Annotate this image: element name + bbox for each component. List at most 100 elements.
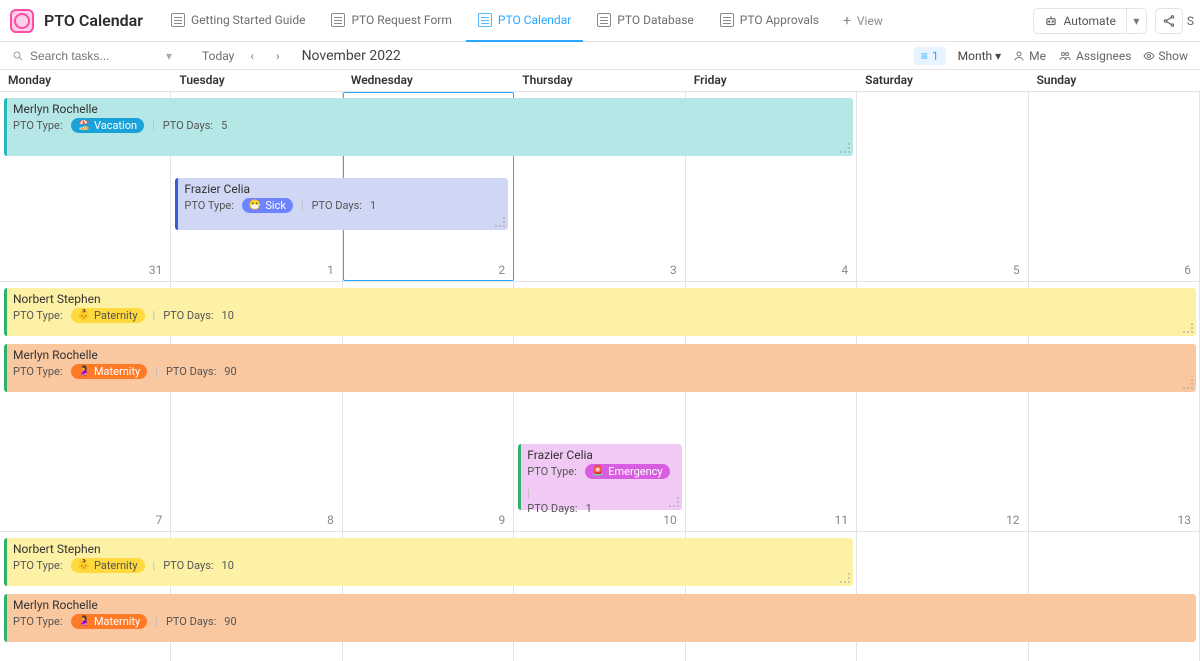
tab-pto-request-form[interactable]: PTO Request Form: [319, 0, 463, 42]
event-name: Norbert Stephen: [13, 542, 847, 556]
separator: |: [155, 615, 158, 628]
pto-type-chip: 👶Paternity: [71, 558, 145, 573]
plus-icon: +: [843, 13, 851, 29]
filter-button[interactable]: 1: [914, 47, 946, 65]
separator: |: [153, 559, 156, 572]
tab-pto-database[interactable]: PTO Database: [585, 0, 705, 42]
doc-icon: [171, 13, 185, 27]
event-days-label: PTO Days:: [163, 309, 213, 322]
pto-type-chip: 😷Sick: [242, 198, 293, 213]
automate-dropdown[interactable]: ▾: [1127, 8, 1147, 34]
weekday-label: Wednesday: [343, 70, 514, 91]
separator: |: [527, 487, 530, 500]
resize-handle-icon[interactable]: [1183, 379, 1193, 389]
day-cell[interactable]: 5: [857, 92, 1028, 281]
event-type-label: PTO Type:: [527, 465, 577, 478]
tab-getting-started[interactable]: Getting Started Guide: [159, 0, 317, 42]
event-days-label: PTO Days:: [166, 365, 216, 378]
event-type-label: PTO Type:: [184, 199, 234, 212]
weekday-label: Saturday: [857, 70, 1028, 91]
event-type-label: PTO Type:: [13, 559, 63, 572]
day-number: 3: [670, 263, 677, 277]
prev-month-button[interactable]: ‹: [244, 47, 260, 65]
event-days-value: 5: [221, 119, 227, 132]
tab-label: PTO Request Form: [351, 13, 451, 27]
day-number: 7: [156, 513, 163, 527]
event-name: Frazier Celia: [184, 182, 502, 196]
event-days-value: 1: [586, 502, 592, 515]
event-type-label: PTO Type:: [13, 365, 63, 378]
day-cell[interactable]: 6: [1029, 92, 1200, 281]
search-box[interactable]: [8, 49, 150, 63]
event-paternity[interactable]: Norbert Stephen PTO Type: 👶Paternity | P…: [4, 538, 853, 586]
resize-handle-icon[interactable]: [840, 573, 850, 583]
pto-type-chip: 🏖️Vacation: [71, 118, 145, 133]
event-days-label: PTO Days:: [163, 559, 213, 572]
pto-type-chip: 🤰Maternity: [71, 364, 148, 379]
share-label-cropped: S: [1187, 14, 1194, 28]
add-view-button[interactable]: + View: [833, 13, 893, 29]
resize-handle-icon[interactable]: [495, 217, 505, 227]
event-days-label: PTO Days:: [163, 119, 213, 132]
me-filter[interactable]: Me: [1013, 49, 1046, 63]
event-emergency[interactable]: Frazier Celia PTO Type: 🚨Emergency | PTO…: [518, 444, 681, 510]
resize-handle-icon[interactable]: [1183, 323, 1193, 333]
event-name: Norbert Stephen: [13, 292, 1190, 306]
assignees-filter[interactable]: Assignees: [1058, 49, 1131, 63]
resize-handle-icon[interactable]: [669, 497, 679, 507]
day-number: 11: [835, 513, 849, 527]
event-name: Merlyn Rochelle: [13, 102, 847, 116]
add-view-label: View: [857, 14, 883, 28]
separator: |: [155, 365, 158, 378]
tab-label: PTO Approvals: [740, 13, 819, 27]
day-number: 5: [1013, 263, 1020, 277]
pto-type-chip: 🤰Maternity: [71, 614, 148, 629]
event-days-value: 1: [370, 199, 376, 212]
event-type-label: PTO Type:: [13, 309, 63, 322]
event-vacation[interactable]: Merlyn Rochelle PTO Type: 🏖️Vacation | P…: [4, 98, 853, 156]
view-mode-dropdown[interactable]: Month ▾: [958, 49, 1001, 63]
people-icon: [1058, 50, 1072, 62]
show-toggle[interactable]: Show: [1143, 49, 1188, 63]
tab-label: PTO Calendar: [498, 13, 571, 27]
share-button[interactable]: [1155, 8, 1183, 34]
event-name: Merlyn Rochelle: [13, 598, 1190, 612]
search-input[interactable]: [30, 49, 150, 63]
automate-button[interactable]: Automate: [1033, 8, 1127, 34]
next-month-button[interactable]: ›: [270, 47, 286, 65]
event-sick[interactable]: Frazier Celia PTO Type: 😷Sick | PTO Days…: [175, 178, 508, 230]
day-number: 8: [327, 513, 334, 527]
today-button[interactable]: Today: [202, 49, 234, 63]
search-dropdown-icon[interactable]: ▾: [166, 49, 172, 63]
weekday-label: Tuesday: [171, 70, 342, 91]
robot-icon: [1044, 14, 1058, 28]
event-name: Merlyn Rochelle: [13, 348, 1190, 362]
filter-count: 1: [932, 49, 939, 63]
tab-label: PTO Database: [617, 13, 693, 27]
event-maternity[interactable]: Merlyn Rochelle PTO Type: 🤰Maternity | P…: [4, 344, 1196, 392]
automate-label: Automate: [1064, 14, 1116, 28]
current-month-label: November 2022: [302, 48, 401, 64]
tab-pto-calendar[interactable]: PTO Calendar: [466, 0, 583, 42]
share-icon: [1162, 14, 1176, 28]
form-icon: [331, 13, 345, 27]
event-days-value: 10: [222, 559, 234, 572]
day-number: 2: [499, 263, 506, 277]
resize-handle-icon[interactable]: [840, 143, 850, 153]
weekday-label: Friday: [686, 70, 857, 91]
day-number: 13: [1178, 513, 1192, 527]
day-number: 9: [499, 513, 506, 527]
weekday-label: Sunday: [1029, 70, 1200, 91]
separator: |: [152, 119, 155, 132]
event-maternity[interactable]: Merlyn Rochelle PTO Type: 🤰Maternity | P…: [4, 594, 1196, 642]
separator: |: [301, 199, 304, 212]
event-name: Frazier Celia: [527, 448, 675, 462]
weekday-label: Monday: [0, 70, 171, 91]
event-paternity[interactable]: Norbert Stephen PTO Type: 👶Paternity | P…: [4, 288, 1196, 336]
weekday-label: Thursday: [514, 70, 685, 91]
tab-pto-approvals[interactable]: PTO Approvals: [708, 0, 831, 42]
event-type-label: PTO Type:: [13, 615, 63, 628]
event-days-value: 10: [222, 309, 234, 322]
pto-type-chip: 👶Paternity: [71, 308, 145, 323]
calendar-icon: [478, 13, 492, 27]
